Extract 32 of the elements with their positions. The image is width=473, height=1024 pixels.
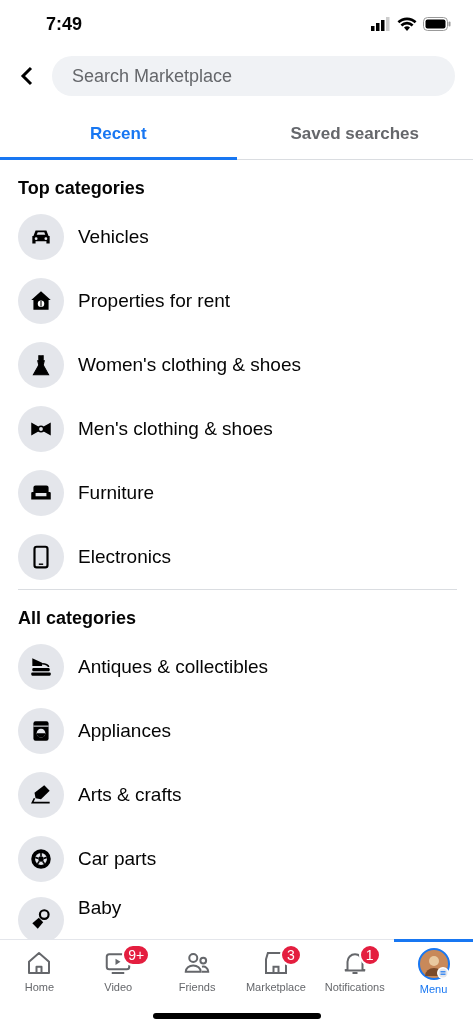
category-item[interactable]: Car parts bbox=[78, 848, 157, 870]
wifi-icon bbox=[397, 17, 417, 31]
category-item[interactable]: Vehicles bbox=[78, 226, 149, 248]
tab[interactable]: Recent bbox=[0, 110, 237, 160]
avatar bbox=[417, 948, 450, 980]
status-time: 7:49 bbox=[46, 13, 83, 35]
battery-icon bbox=[423, 17, 451, 31]
category-item[interactable]: Antiques & collectibles bbox=[78, 656, 269, 678]
category-item[interactable]: Men's clothing & shoes bbox=[78, 418, 273, 440]
category-item[interactable]: Furniture bbox=[78, 482, 155, 504]
category-item[interactable]: Arts & crafts bbox=[78, 784, 182, 806]
nav-tab[interactable]: 1 Notifications bbox=[315, 939, 395, 995]
category-item[interactable]: Properties for rent bbox=[78, 290, 231, 312]
back-icon[interactable] bbox=[20, 66, 34, 86]
section-heading: All categories bbox=[18, 608, 138, 629]
notification-badge: 9+ bbox=[122, 944, 151, 966]
notification-badge: 1 bbox=[358, 944, 381, 966]
category-item[interactable]: Electronics bbox=[78, 546, 171, 568]
tab[interactable]: Saved searches bbox=[236, 110, 473, 160]
nav-tab[interactable]: 3 Marketplace bbox=[236, 939, 316, 995]
search-field[interactable]: Search Marketplace bbox=[52, 56, 455, 96]
category-item[interactable]: Baby bbox=[78, 897, 122, 919]
nav-tab[interactable]: Friends bbox=[157, 939, 237, 995]
wheel-icon bbox=[28, 846, 54, 872]
signal-icon bbox=[371, 17, 391, 31]
category-item[interactable]: Appliances bbox=[78, 720, 171, 742]
category-item[interactable]: Women's clothing & shoes bbox=[78, 354, 301, 376]
nav-tab[interactable]: 9+ Video bbox=[78, 939, 158, 995]
nav-tab[interactable]: Home bbox=[0, 939, 79, 995]
nav-tab[interactable]: Menu bbox=[394, 939, 473, 995]
section-heading: Top categories bbox=[18, 178, 146, 199]
notification-badge: 3 bbox=[279, 944, 302, 966]
